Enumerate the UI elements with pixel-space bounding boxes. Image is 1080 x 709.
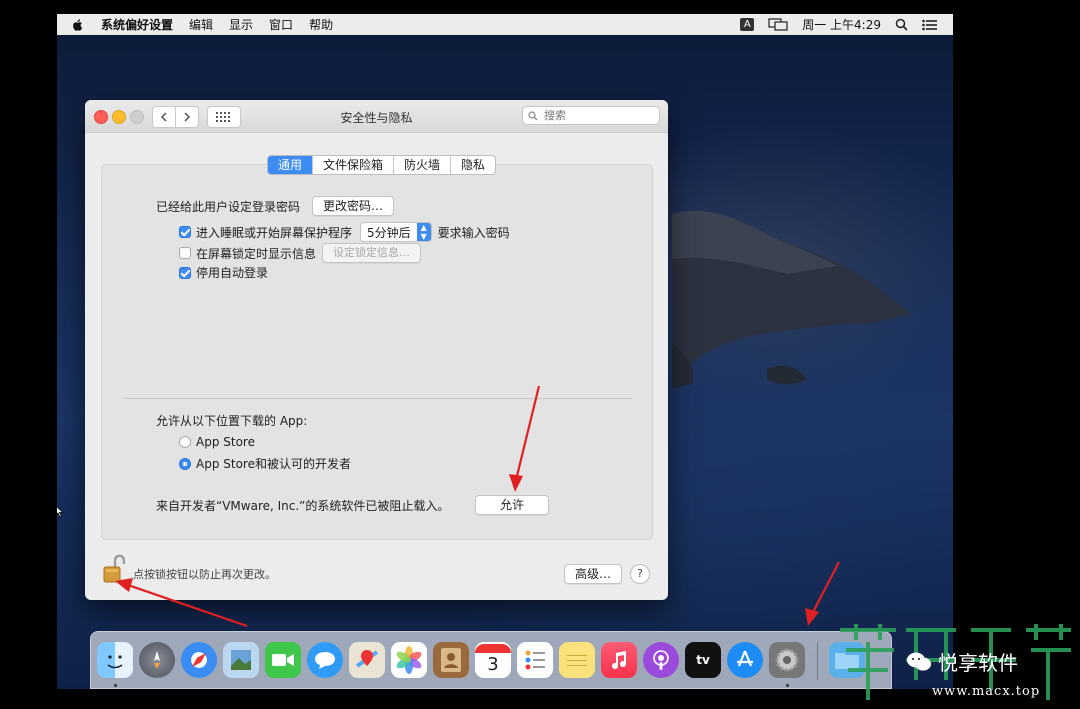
tab-filevault[interactable]: 文件保险箱 [313, 156, 395, 174]
radio-identified-developers[interactable] [179, 457, 191, 470]
messages-icon[interactable] [307, 642, 343, 678]
help-button[interactable]: ? [630, 564, 650, 584]
disable-autologin-label: 停用自动登录 [196, 266, 269, 280]
change-password-button[interactable]: 更改密码… [312, 196, 395, 216]
menu-bar: 系统偏好设置 编辑 显示 窗口 帮助 A 周一 上午4:29 [57, 14, 953, 35]
menu-app-name[interactable]: 系统偏好设置 [101, 16, 173, 33]
zoom-button[interactable] [130, 110, 144, 124]
radio-app-store[interactable] [179, 436, 191, 448]
tv-label: tv [696, 653, 710, 667]
security-privacy-window: 安全性与隐私 通用 文件保险箱 防火墙 隐私 已经给此用户设定登录密码 更改密码… [85, 100, 668, 600]
lock-area: 点按锁按钮以防止再次更改。 [103, 554, 276, 584]
calendar-day: 3 [487, 653, 499, 675]
photos-icon[interactable] [391, 642, 427, 678]
contacts-icon[interactable] [433, 642, 469, 678]
reminders-icon[interactable] [517, 642, 553, 678]
menu-window[interactable]: 窗口 [269, 16, 293, 33]
advanced-button[interactable]: 高级… [563, 564, 622, 584]
maps-icon[interactable] [349, 642, 385, 678]
app-store-icon[interactable] [727, 642, 763, 678]
password-set-label: 已经给此用户设定登录密码 [156, 199, 301, 214]
tv-icon[interactable]: tv [685, 642, 721, 678]
search-field[interactable] [522, 106, 660, 125]
title-bar[interactable]: 安全性与隐私 [85, 100, 668, 133]
show-lock-message-checkbox[interactable] [179, 247, 191, 259]
tab-bar: 通用 文件保险箱 防火墙 隐私 [267, 155, 497, 175]
section-divider [124, 398, 632, 399]
facetime-icon[interactable] [265, 642, 301, 678]
notes-icon[interactable] [559, 642, 595, 678]
minimize-button[interactable] [112, 110, 126, 124]
chevron-left-icon [160, 112, 167, 122]
menu-help[interactable]: 帮助 [309, 16, 333, 33]
safari-icon[interactable] [181, 642, 217, 678]
arrow-to-system-preferences [811, 561, 840, 615]
apple-menu-icon[interactable] [71, 18, 85, 32]
lock-hint-text: 点按锁按钮以防止再次更改。 [133, 568, 276, 581]
unlocked-padlock-icon[interactable] [103, 554, 125, 584]
grid-icon [216, 112, 230, 122]
radio-identified-label: App Store和被认可的开发者 [196, 457, 351, 471]
general-panel: 通用 文件保险箱 防火墙 隐私 已经给此用户设定登录密码 更改密码… 进入睡眠或… [101, 155, 653, 540]
updown-chevron-icon: ▲ ▼ [416, 223, 431, 241]
tab-privacy[interactable]: 隐私 [451, 156, 495, 174]
menu-clock[interactable]: 周一 上午4:29 [802, 16, 881, 33]
search-icon [528, 110, 538, 120]
launchpad-icon[interactable] [139, 642, 175, 678]
calendar-header [475, 643, 511, 653]
tab-general[interactable]: 通用 [268, 156, 314, 174]
show-lock-message-label: 在屏幕锁定时显示信息 [196, 246, 317, 261]
show-all-button[interactable] [207, 106, 241, 128]
calendar-icon[interactable]: 3 [475, 642, 511, 678]
set-lock-message-button[interactable]: 设定锁定信息… [322, 243, 422, 263]
desktop: 系统偏好设置 编辑 显示 窗口 帮助 A 周一 上午4:29 安全性与隐私 搜索… [57, 14, 953, 689]
input-source-icon[interactable]: A [740, 18, 755, 31]
forward-button[interactable] [175, 106, 199, 128]
menu-edit[interactable]: 编辑 [189, 16, 213, 33]
arrowhead-sysprefs [805, 608, 819, 626]
preview-icon[interactable] [223, 642, 259, 678]
system-preferences-icon[interactable] [769, 642, 805, 678]
close-button[interactable] [94, 110, 108, 124]
dock: 3 tv [90, 631, 892, 689]
mouse-cursor-icon [57, 506, 64, 518]
system-preferences-running-dot [786, 684, 789, 687]
downloads-folder-icon[interactable] [829, 642, 865, 678]
blocked-extension-message: 来自开发者“VMware, Inc.”的系统软件已被阻止载入。 [156, 499, 450, 513]
spotlight-search-icon[interactable] [895, 18, 908, 31]
download-source-heading: 允许从以下位置下载的 App: [156, 414, 308, 428]
wallpaper-island [672, 210, 912, 389]
disable-autologin-checkbox[interactable] [179, 266, 191, 279]
music-icon[interactable] [601, 642, 637, 678]
password-delay-select[interactable]: 5分钟后 ▲ ▼ [360, 222, 432, 242]
allow-button[interactable]: 允许 [475, 495, 550, 515]
sleep-password-checkbox[interactable] [179, 226, 191, 238]
tab-firewall[interactable]: 防火墙 [394, 156, 452, 174]
require-password-label: 要求输入密码 [437, 225, 510, 240]
display-mirroring-icon[interactable] [768, 17, 788, 32]
podcasts-icon[interactable] [643, 642, 679, 678]
dock-separator [817, 642, 818, 680]
notification-center-icon[interactable] [922, 19, 937, 31]
menu-view[interactable]: 显示 [229, 16, 253, 33]
back-button[interactable] [152, 106, 176, 128]
chevron-right-icon [184, 112, 191, 122]
finder-running-dot [114, 684, 117, 687]
search-input[interactable] [542, 108, 656, 123]
radio-app-store-label: App Store [196, 435, 255, 449]
password-delay-value: 5分钟后 [367, 225, 411, 240]
finder-icon[interactable] [97, 642, 133, 678]
sleep-password-label: 进入睡眠或开始屏幕保护程序 [196, 225, 353, 240]
